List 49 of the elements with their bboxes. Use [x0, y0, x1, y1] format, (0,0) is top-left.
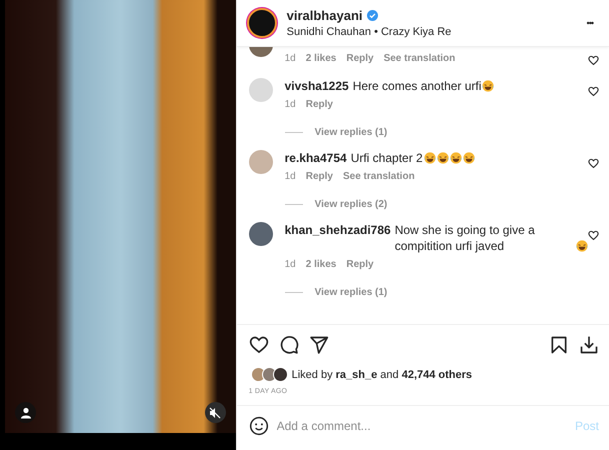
comment-age: 1d [284, 259, 296, 270]
reply-link[interactable]: Reply [306, 171, 333, 182]
person-icon [20, 406, 32, 418]
username-link[interactable]: re.kha4754 [284, 150, 347, 166]
see-translation-link[interactable]: See translation [342, 171, 415, 182]
laughing-emoji-icon [436, 152, 449, 164]
view-replies-link[interactable]: View replies (1) [314, 287, 388, 298]
like-icon[interactable] [588, 158, 599, 169]
avatar[interactable] [248, 222, 273, 246]
laughing-emoji-icon [576, 240, 588, 252]
see-translation-link[interactable]: See translation [384, 53, 456, 64]
audio-link[interactable]: Sunidhi Chauhan • Crazy Kiya Re [286, 26, 581, 38]
username-link[interactable]: khan_shehzadi786 [284, 222, 391, 238]
emoji-icon[interactable] [248, 416, 269, 436]
comment-age: 1d [284, 53, 296, 64]
comment-age: 1d [284, 171, 296, 182]
likes-count-link[interactable]: 2 likes [306, 53, 336, 64]
username-link[interactable]: vivsha1225 [284, 78, 349, 94]
tagged-users-button[interactable] [15, 402, 36, 423]
comment-text: Urfi chapter 2 [350, 150, 423, 166]
like-icon[interactable] [588, 86, 599, 97]
laughing-emoji-icon [424, 152, 436, 164]
laughing-emoji-icon [462, 152, 475, 164]
comment-text: Now she is going to give a compitition urfi javed [394, 222, 536, 254]
avatar [272, 367, 288, 382]
comment-icon[interactable] [278, 335, 299, 355]
mute-button[interactable] [204, 402, 226, 423]
like-icon[interactable] [248, 335, 269, 355]
more-options-button[interactable]: ••• [580, 18, 599, 28]
likes-text: Liked by ra_sh_e and 42,744 others [292, 368, 472, 380]
like-icon[interactable] [588, 55, 599, 66]
laughing-emoji-icon [482, 80, 494, 92]
view-replies-link[interactable]: View replies (2) [314, 199, 388, 210]
reply-link[interactable]: Reply [306, 99, 333, 110]
profile-avatar[interactable] [246, 8, 277, 38]
comment-age: 1d [284, 99, 296, 110]
reply-link[interactable]: Reply [346, 259, 374, 270]
avatar [250, 367, 266, 382]
view-replies-link[interactable]: View replies (1) [314, 127, 388, 138]
reply-link[interactable]: Reply [346, 53, 374, 64]
like-icon[interactable] [588, 230, 599, 241]
send-icon[interactable] [308, 335, 329, 355]
likes-count-link[interactable]: 2 likes [306, 259, 336, 270]
bookmark-icon[interactable] [549, 335, 569, 355]
speaker-muted-icon [209, 406, 222, 418]
username-link[interactable]: viralbhayani [286, 8, 362, 23]
download-icon[interactable] [579, 335, 599, 355]
laughing-emoji-icon [450, 152, 462, 164]
comment-text: Here comes another urfi [352, 78, 482, 94]
